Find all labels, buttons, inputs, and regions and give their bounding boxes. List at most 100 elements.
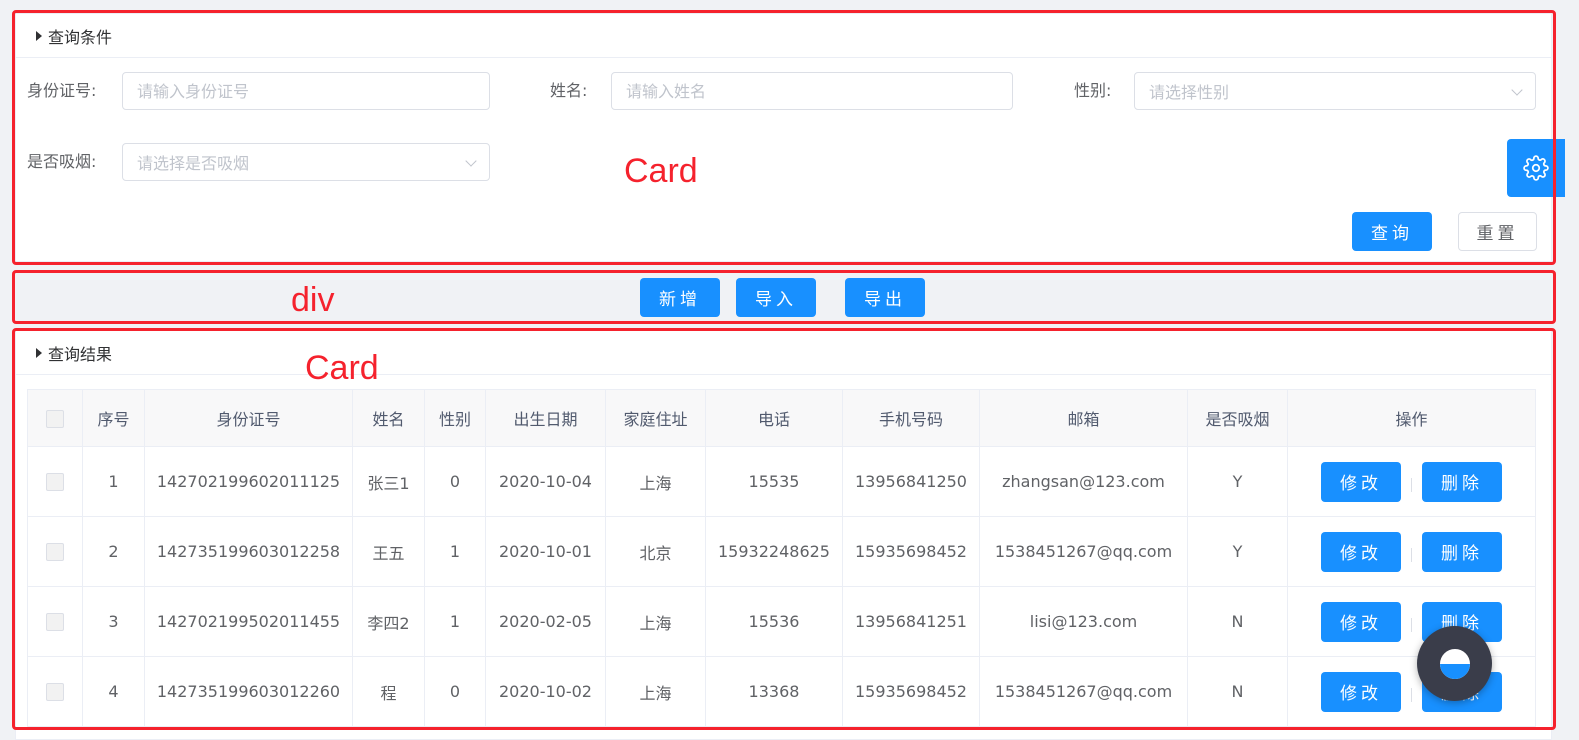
cell-gender: 1 bbox=[424, 586, 486, 657]
cell-gender: 1 bbox=[424, 516, 486, 587]
ball-icon bbox=[1437, 646, 1472, 681]
cell-email: 1538451267@qq.com bbox=[979, 656, 1188, 727]
table-row: 1 142702199602011125 张三1 0 2020-10-04 上海… bbox=[27, 446, 1536, 517]
edit-button[interactable]: 修改 bbox=[1321, 601, 1401, 642]
divider bbox=[1411, 687, 1412, 702]
smoke-select-placeholder: 请选择是否吸烟 bbox=[137, 154, 250, 173]
query-card: 查询条件 bbox=[15, 13, 1552, 262]
cell-addr: 上海 bbox=[605, 586, 706, 657]
cell-email: lisi@123.com bbox=[979, 586, 1188, 657]
cell-actions: 修改删除 bbox=[1287, 516, 1536, 587]
col-header: 是否吸烟 bbox=[1187, 389, 1288, 447]
edit-button[interactable]: 修改 bbox=[1321, 461, 1401, 502]
table-row: 4 142735199603012260 程 0 2020-10-02 上海 1… bbox=[27, 656, 1536, 727]
gender-select-placeholder: 请选择性别 bbox=[1149, 83, 1230, 102]
caret-right-icon bbox=[36, 30, 42, 41]
annotation-label-div: div bbox=[291, 281, 335, 319]
cell-birth: 2020-10-01 bbox=[485, 516, 606, 587]
table-header-row: 序号 身份证号 姓名 性别 出生日期 家庭住址 电话 手机号码 邮箱 是否吸烟 … bbox=[27, 389, 1536, 447]
row-checkbox[interactable] bbox=[46, 543, 64, 562]
row-checkbox[interactable] bbox=[46, 683, 64, 702]
cell-no: 1 bbox=[82, 446, 145, 517]
cell-no: 4 bbox=[82, 656, 145, 727]
result-table: 序号 身份证号 姓名 性别 出生日期 家庭住址 电话 手机号码 邮箱 是否吸烟 … bbox=[27, 389, 1536, 727]
row-select-cell bbox=[27, 516, 83, 587]
cell-id: 142702199602011125 bbox=[144, 446, 353, 517]
cell-name: 程 bbox=[352, 656, 425, 727]
annotation-label-card: Card bbox=[624, 152, 698, 190]
table-row: 2 142735199603012258 王五 1 2020-10-01 北京 … bbox=[27, 516, 1536, 587]
col-header: 序号 bbox=[82, 389, 145, 447]
search-button[interactable]: 查询 bbox=[1352, 212, 1432, 251]
select-all-checkbox[interactable] bbox=[46, 409, 64, 428]
cell-birth: 2020-02-05 bbox=[485, 586, 606, 657]
cell-tel: 15932248625 bbox=[705, 516, 843, 587]
divider bbox=[1411, 547, 1412, 562]
smoke-label: 是否吸烟: bbox=[27, 152, 97, 171]
col-header: 操作 bbox=[1287, 389, 1536, 447]
gear-icon bbox=[1523, 155, 1549, 181]
col-header: 电话 bbox=[705, 389, 843, 447]
row-checkbox[interactable] bbox=[46, 613, 64, 632]
table-row: 3 142702199502011455 李四2 1 2020-02-05 上海… bbox=[27, 586, 1536, 657]
cell-smoke: N bbox=[1187, 586, 1288, 657]
query-card-title: 查询条件 bbox=[48, 27, 113, 47]
smoke-select[interactable]: 请选择是否吸烟 bbox=[122, 143, 490, 181]
delete-button[interactable]: 删除 bbox=[1422, 461, 1502, 502]
cell-no: 3 bbox=[82, 586, 145, 657]
chevron-down-icon bbox=[1511, 84, 1523, 96]
name-input[interactable] bbox=[611, 72, 1013, 110]
query-card-header: 查询条件 bbox=[16, 14, 1551, 58]
floating-assistant-button[interactable] bbox=[1417, 626, 1492, 701]
caret-right-icon bbox=[36, 347, 42, 358]
cell-smoke: Y bbox=[1187, 516, 1288, 587]
id-label: 身份证号: bbox=[27, 81, 97, 100]
add-button[interactable]: 新增 bbox=[640, 278, 720, 317]
cell-addr: 上海 bbox=[605, 446, 706, 517]
cell-actions: 修改删除 bbox=[1287, 446, 1536, 517]
settings-button[interactable] bbox=[1507, 139, 1565, 197]
cell-mobile: 13956841250 bbox=[842, 446, 980, 517]
cell-birth: 2020-10-04 bbox=[485, 446, 606, 517]
cell-smoke: Y bbox=[1187, 446, 1288, 517]
edit-button[interactable]: 修改 bbox=[1321, 531, 1401, 572]
cell-actions: 修改删除 bbox=[1287, 586, 1536, 657]
row-select-cell bbox=[27, 586, 83, 657]
row-select-cell bbox=[27, 656, 83, 727]
chevron-down-icon bbox=[465, 155, 477, 167]
col-header: 出生日期 bbox=[485, 389, 606, 447]
cell-addr: 上海 bbox=[605, 656, 706, 727]
col-header: 家庭住址 bbox=[605, 389, 706, 447]
row-select-cell bbox=[27, 446, 83, 517]
cell-tel: 15535 bbox=[705, 446, 843, 517]
row-checkbox[interactable] bbox=[46, 473, 64, 492]
cell-actions: 修改删除 bbox=[1287, 656, 1536, 727]
cell-name: 李四2 bbox=[352, 586, 425, 657]
cell-mobile: 15935698452 bbox=[842, 656, 980, 727]
cell-no: 2 bbox=[82, 516, 145, 587]
gender-select[interactable]: 请选择性别 bbox=[1134, 72, 1536, 110]
reset-button[interactable]: 重置 bbox=[1458, 212, 1537, 251]
result-card-title: 查询结果 bbox=[48, 344, 113, 364]
col-header: 手机号码 bbox=[842, 389, 980, 447]
gender-label: 性别: bbox=[1074, 81, 1112, 100]
result-card-header: 查询结果 bbox=[16, 331, 1551, 375]
col-header: 性别 bbox=[424, 389, 486, 447]
cell-id: 142735199603012260 bbox=[144, 656, 353, 727]
id-input[interactable] bbox=[122, 72, 490, 110]
cell-id: 142735199603012258 bbox=[144, 516, 353, 587]
export-button[interactable]: 导出 bbox=[845, 278, 925, 317]
cell-id: 142702199502011455 bbox=[144, 586, 353, 657]
cell-gender: 0 bbox=[424, 656, 486, 727]
cell-email: zhangsan@123.com bbox=[979, 446, 1188, 517]
cell-mobile: 15935698452 bbox=[842, 516, 980, 587]
col-header: 姓名 bbox=[352, 389, 425, 447]
cell-tel: 13368 bbox=[705, 656, 843, 727]
delete-button[interactable]: 删除 bbox=[1422, 531, 1502, 572]
cell-email: 1538451267@qq.com bbox=[979, 516, 1188, 587]
import-button[interactable]: 导入 bbox=[736, 278, 816, 317]
cell-tel: 15536 bbox=[705, 586, 843, 657]
annotation-label-card: Card bbox=[305, 349, 379, 387]
select-all-cell bbox=[27, 389, 83, 447]
edit-button[interactable]: 修改 bbox=[1321, 671, 1401, 712]
